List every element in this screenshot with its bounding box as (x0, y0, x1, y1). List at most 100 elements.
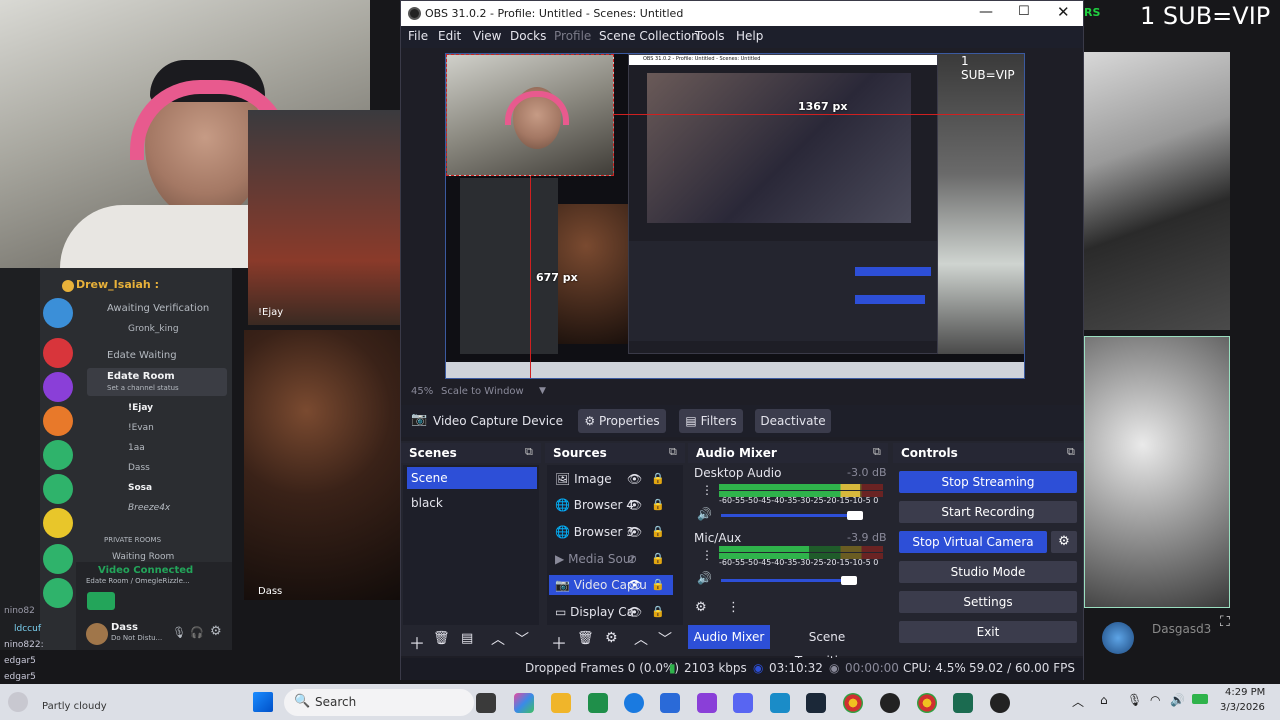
taskbar-app-icon[interactable] (588, 693, 608, 713)
add-source-button[interactable]: ＋ (551, 630, 567, 654)
scene-up-button[interactable]: ︿ (491, 629, 505, 649)
scene-item-label[interactable]: black (411, 496, 443, 510)
guild-icon[interactable] (43, 440, 73, 470)
voice-member[interactable]: Breeze4x (128, 503, 170, 513)
stop-streaming-button[interactable]: Stop Streaming (899, 471, 1077, 493)
visibility-icon[interactable]: 👁 (627, 605, 642, 619)
menu-help[interactable]: Help (736, 29, 763, 43)
close-button[interactable]: ✕ (1057, 3, 1070, 21)
scene-down-button[interactable]: ﹀ (515, 629, 529, 649)
guild-icon[interactable] (43, 406, 73, 436)
start-icon[interactable] (253, 692, 273, 712)
sources-undock-icon[interactable]: ⧉ (669, 445, 677, 459)
network-icon[interactable]: ⌂ (1100, 693, 1108, 707)
server-name[interactable]: Drew_Isaiah : (76, 278, 159, 291)
voice-member[interactable]: !Evan (128, 423, 154, 433)
settings-button[interactable]: Settings (899, 591, 1077, 613)
user-avatar[interactable] (86, 623, 108, 645)
filters-button[interactable]: ▤ Filters (679, 409, 743, 433)
fullscreen-icon[interactable]: ⛶ (1220, 614, 1230, 630)
menu-profile[interactable]: Profile (554, 29, 591, 43)
chevron-up-icon[interactable]: ︿ (1072, 693, 1084, 710)
maximize-button[interactable]: ☐ (1018, 4, 1030, 19)
start-recording-button[interactable]: Start Recording (899, 501, 1077, 523)
mic-icon[interactable]: 🎙 (172, 626, 186, 639)
speaker-icon[interactable]: 🔊 (697, 571, 712, 585)
menu-docks[interactable]: Docks (510, 29, 546, 43)
tab-scene-transitions[interactable]: Scene Transitions (777, 625, 877, 668)
mic-volume-slider[interactable] (721, 579, 857, 582)
desktop-volume-handle[interactable] (847, 511, 863, 520)
taskbar-app-icon[interactable] (990, 693, 1010, 713)
desktop-volume-slider[interactable] (721, 514, 863, 517)
taskbar-app-icon[interactable] (624, 693, 644, 713)
add-scene-button[interactable]: ＋ (409, 630, 425, 654)
voice-member[interactable]: !Ejay (128, 403, 153, 413)
scenes-undock-icon[interactable]: ⧉ (525, 445, 533, 459)
lock-icon[interactable]: 🔒 (651, 552, 665, 565)
mic-tray-icon[interactable]: 🎙 (1127, 693, 1142, 707)
mixer-menu-icon[interactable]: ⋮ (727, 600, 740, 615)
taskbar-app-icon[interactable] (660, 693, 680, 713)
clock-date[interactable]: 3/3/2026 (1220, 702, 1265, 713)
virtual-camera-settings-icon[interactable]: ⚙ (1051, 531, 1077, 553)
menu-tools[interactable]: Tools (695, 29, 725, 43)
guild-icon[interactable] (43, 338, 73, 368)
guild-icon[interactable] (43, 298, 73, 328)
clock-time[interactable]: 4:29 PM (1225, 687, 1265, 698)
properties-button[interactable]: ⚙ Properties (578, 409, 666, 433)
voice-member[interactable]: Sosa (128, 483, 152, 493)
channel-edate-room[interactable]: Edate Room (107, 371, 175, 382)
taskbar-app-icon[interactable] (953, 693, 973, 713)
voice-member[interactable]: 1aa (128, 443, 145, 453)
taskbar-obs-icon[interactable] (880, 693, 900, 713)
lock-icon[interactable]: 🔒 (651, 472, 665, 485)
stop-virtual-camera-button[interactable]: Stop Virtual Camera (899, 531, 1047, 553)
preview-webcam[interactable] (446, 54, 614, 176)
visibility-off-icon[interactable]: ⊘ (627, 552, 637, 566)
voice-member[interactable]: Dass (128, 463, 150, 473)
menu-file[interactable]: File (408, 29, 428, 43)
source-up-button[interactable]: ︿ (634, 629, 648, 649)
mic-aux-menu-icon[interactable]: ⋮ (701, 548, 713, 562)
chevron-down-icon[interactable]: ▼ (539, 386, 546, 396)
headphones-icon[interactable]: 🎧 (190, 626, 204, 639)
mic-volume-handle[interactable] (841, 576, 857, 585)
source-down-button[interactable]: ﹀ (658, 629, 672, 649)
guild-icon[interactable] (43, 544, 73, 574)
menu-view[interactable]: View (473, 29, 501, 43)
volume-icon[interactable]: 🔊 (1170, 693, 1185, 707)
camera-button[interactable] (87, 592, 115, 610)
member-gronk[interactable]: Gronk_king (128, 324, 179, 334)
remove-scene-button[interactable]: 🗑 (433, 631, 450, 646)
visibility-icon[interactable]: 👁 (627, 498, 642, 512)
guild-icon[interactable] (43, 508, 73, 538)
exit-button[interactable]: Exit (899, 621, 1077, 643)
lock-icon[interactable]: 🔒 (651, 498, 665, 511)
guild-icon[interactable] (43, 372, 73, 402)
lock-icon[interactable]: 🔒 (651, 525, 665, 538)
visibility-icon[interactable]: 👁 (627, 578, 642, 592)
wifi-icon[interactable]: ◠ (1150, 693, 1160, 707)
weather-icon[interactable] (8, 692, 28, 712)
preview-canvas[interactable]: OBS 31.0.2 - Profile: Untitled - Scenes:… (445, 53, 1025, 379)
waiting-room[interactable]: Waiting Room (112, 552, 174, 562)
channel-status[interactable]: Set a channel status (107, 384, 179, 392)
taskbar-app-icon[interactable] (770, 693, 790, 713)
lock-icon[interactable]: 🔒 (651, 605, 665, 618)
speaker-icon[interactable]: 🔊 (697, 507, 712, 521)
taskbar-app-icon[interactable] (843, 693, 863, 713)
scale-mode-select[interactable]: Scale to Window (441, 386, 524, 397)
channel-awaiting[interactable]: Awaiting Verification (107, 303, 209, 314)
desktop-audio-menu-icon[interactable]: ⋮ (701, 483, 713, 497)
battery-icon[interactable] (1192, 694, 1208, 704)
minimize-button[interactable]: — (979, 4, 993, 20)
menu-edit[interactable]: Edit (438, 29, 461, 43)
channel-edate-waiting[interactable]: Edate Waiting (107, 350, 177, 361)
studio-mode-button[interactable]: Studio Mode (899, 561, 1077, 583)
taskbar-app-icon[interactable] (476, 693, 496, 713)
remove-source-button[interactable]: 🗑 (577, 631, 594, 646)
lock-icon[interactable]: 🔒 (651, 578, 665, 591)
source-properties-button[interactable]: ⚙ (605, 630, 618, 646)
taskbar-app-icon[interactable] (514, 693, 534, 713)
